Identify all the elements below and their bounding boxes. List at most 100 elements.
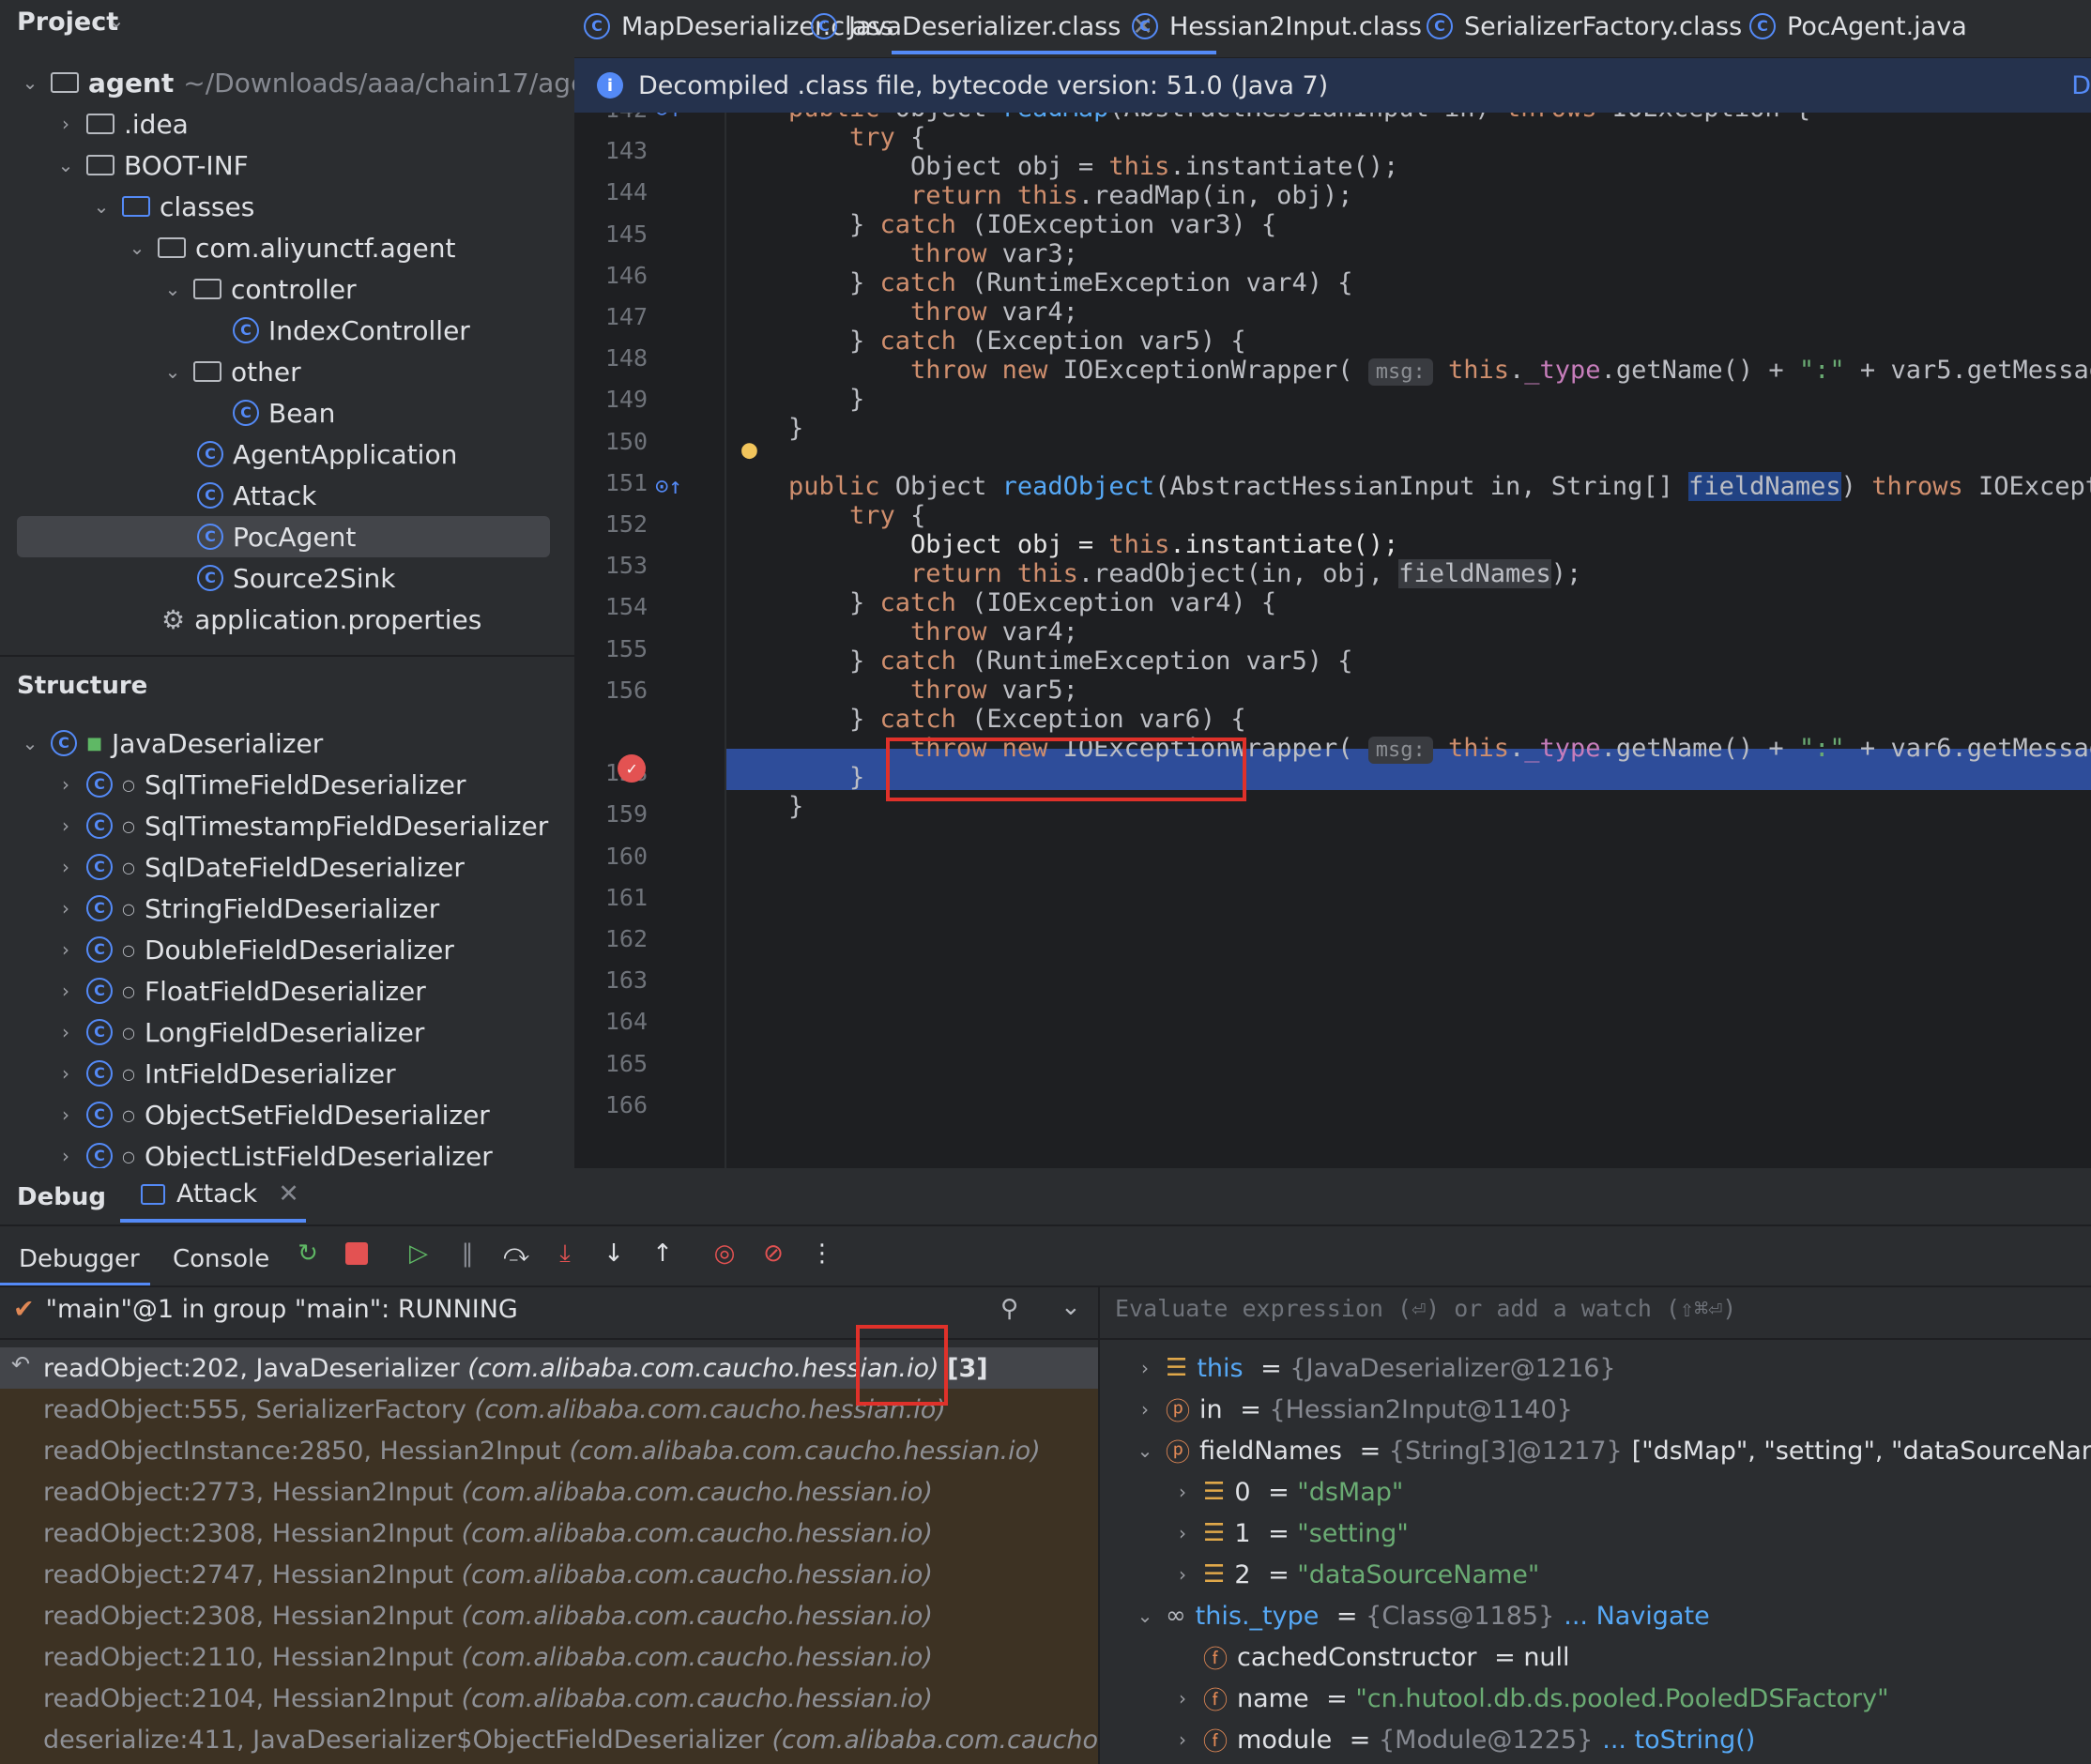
tree-item-bean[interactable]: C Bean (233, 392, 335, 433)
chevron-right-icon[interactable]: › (54, 938, 77, 961)
expand-icon[interactable]: › (1171, 1481, 1194, 1503)
code-editor[interactable]: 142 143 144 145 146 147 148 149 150 151 152 153 154 1… (574, 113, 2091, 1168)
line-number[interactable]: 148 (574, 344, 648, 372)
tab-serializerfactory[interactable]: C SerializerFactory.class (1427, 0, 1742, 53)
chevron-down-icon[interactable]: ⌄ (90, 195, 113, 218)
tree-item-agent[interactable]: ⌄ agent ~/Downloads/aaa/chain17/agent (19, 62, 614, 103)
tab-debugger[interactable]: Debugger (19, 1245, 140, 1273)
line-number[interactable]: 163 (574, 966, 648, 994)
structure-root[interactable]: ⌄ C ■ JavaDeserializer (19, 722, 324, 764)
chevron-down-icon[interactable]: ⌄ (105, 9, 128, 32)
lightbulb-icon[interactable]: ● (741, 433, 757, 464)
line-number[interactable]: 142 (574, 113, 648, 123)
resume-icon[interactable]: ▷ (402, 1237, 435, 1270)
override-icon[interactable]: ⊙↑ (655, 473, 682, 499)
variable-extra[interactable]: ... toString() (1602, 1726, 1755, 1755)
stack-frame[interactable]: readObject:2308, Hessian2Input (com.alib… (0, 1513, 1098, 1554)
step-over-icon[interactable]: ⤼ (499, 1237, 533, 1270)
tab-hessian2input[interactable]: C Hessian2Input.class (1132, 0, 1422, 53)
chevron-right-icon[interactable]: › (54, 1062, 77, 1085)
line-number[interactable]: 153 (574, 552, 648, 579)
expand-icon[interactable]: ⌄ (1134, 1604, 1156, 1627)
variable-extra[interactable]: ... Navigate (1564, 1602, 1709, 1631)
chevron-right-icon[interactable]: › (54, 897, 77, 920)
structure-item[interactable]: › C ○ ObjectSetFieldDeserializer (54, 1094, 490, 1135)
pause-icon[interactable]: ‖ (450, 1237, 484, 1270)
tree-item-boot-inf[interactable]: ⌄ BOOT-INF (54, 144, 249, 186)
tree-item-controller[interactable]: ⌄ controller (161, 268, 357, 310)
line-number[interactable]: 152 (574, 510, 648, 538)
chevron-down-icon[interactable]: ⌄ (161, 360, 184, 383)
line-number[interactable]: 149 (574, 386, 648, 413)
line-number[interactable]: 156 (574, 677, 648, 704)
debug-session-tab[interactable]: Attack ✕ (141, 1179, 299, 1209)
line-number[interactable]: 160 (574, 843, 648, 870)
expand-icon[interactable]: › (1171, 1563, 1194, 1586)
stack-frame[interactable]: readObject:2747, Hessian2Input (com.alib… (0, 1554, 1098, 1595)
variable-row[interactable]: › ☰ 1 = "setting" (1171, 1513, 1409, 1554)
chevron-right-icon[interactable]: › (54, 980, 77, 1002)
line-number[interactable]: 155 (574, 635, 648, 662)
chevron-down-icon[interactable]: ⌄ (1061, 1293, 1081, 1321)
structure-item[interactable]: › C ○ DoubleFieldDeserializer (54, 929, 454, 970)
line-number[interactable]: 145 (574, 220, 648, 248)
chevron-down-icon[interactable]: ⌄ (126, 236, 148, 259)
filter-icon[interactable]: ⚲ (1000, 1295, 1018, 1323)
chevron-down-icon[interactable]: ⌄ (19, 71, 41, 94)
line-number[interactable]: 165 (574, 1050, 648, 1077)
stack-frame[interactable]: deserialize:411, JavaDeserializer$Object… (0, 1719, 1098, 1760)
expand-icon[interactable]: › (1171, 1522, 1194, 1544)
chevron-right-icon[interactable]: › (54, 113, 77, 135)
rerun-icon[interactable]: ↻ (291, 1237, 325, 1270)
expand-icon[interactable]: ⌄ (1134, 1439, 1156, 1462)
tree-item-application-properties[interactable]: ⚙ application.properties (161, 599, 481, 640)
tree-item-other[interactable]: ⌄ other (161, 351, 301, 392)
stack-frame[interactable]: readObjectInstance:2850, Hessian2Input (… (0, 1430, 1098, 1471)
tree-item-agentapplication[interactable]: C AgentApplication (197, 433, 457, 475)
structure-item[interactable]: › C ○ LongFieldDeserializer (54, 1011, 424, 1053)
thread-selector[interactable]: ✔ "main"@1 in group "main": RUNNING (13, 1295, 518, 1324)
variable-row[interactable]: ⓕ cachedConstructor = null (1171, 1636, 1570, 1678)
chevron-right-icon[interactable]: › (54, 1103, 77, 1126)
line-number[interactable]: 151 (574, 469, 648, 496)
step-out-icon[interactable]: ↑ (646, 1237, 679, 1270)
force-step-into-icon[interactable]: ⤓ (548, 1237, 582, 1270)
tree-item-package[interactable]: ⌄ com.aliyunctf.agent (126, 227, 456, 268)
stack-frame[interactable]: readObject:2308, Hessian2Input (com.alib… (0, 1595, 1098, 1636)
variable-row[interactable]: › ☰ this = {JavaDeserializer@1216} (1134, 1347, 1616, 1389)
tree-item-indexcontroller[interactable]: C IndexController (233, 310, 470, 351)
structure-item[interactable]: › C ○ SqlTimeFieldDeserializer (54, 764, 466, 805)
chevron-right-icon[interactable]: › (54, 1021, 77, 1043)
variable-row[interactable]: › ⓕ name = "cn.hutool.db.ds.pooled.PooledD… (1171, 1678, 1889, 1719)
structure-item[interactable]: › C ○ StringFieldDeserializer (54, 888, 439, 929)
variable-row[interactable]: ⌄ ∞ this._type = {Class@1185} ... Navigate (1134, 1595, 1710, 1636)
chevron-right-icon[interactable]: › (54, 773, 77, 796)
line-number[interactable]: 166 (574, 1091, 648, 1118)
chevron-right-icon[interactable]: › (54, 814, 77, 837)
variable-row[interactable]: › ☰ 2 = "dataSourceName" (1171, 1554, 1539, 1595)
chevron-right-icon[interactable]: › (54, 1145, 77, 1167)
mute-breakpoints-icon[interactable]: ⊘ (756, 1237, 790, 1270)
step-into-icon[interactable]: ↓ (597, 1237, 631, 1270)
line-number[interactable]: 147 (574, 303, 648, 330)
line-number[interactable]: 164 (574, 1008, 648, 1035)
stack-frame[interactable]: readObject:2773, Hessian2Input (com.alib… (0, 1471, 1098, 1513)
expand-icon[interactable]: › (1134, 1398, 1156, 1421)
stack-frame[interactable]: readObject:2104, Hessian2Input (com.alib… (0, 1678, 1098, 1719)
tree-item-pocagent[interactable]: C PocAgent (197, 516, 356, 557)
line-number[interactable]: 150 (574, 428, 648, 455)
chevron-down-icon[interactable]: ⌄ (19, 732, 41, 754)
line-number[interactable]: 159 (574, 800, 648, 828)
tree-item-attack[interactable]: C Attack (197, 475, 316, 516)
expand-icon[interactable]: › (1171, 1728, 1194, 1751)
tab-pocagent[interactable]: C PocAgent.java (1749, 0, 1967, 53)
close-icon[interactable]: ✕ (278, 1179, 299, 1209)
line-number[interactable]: 143 (574, 137, 648, 164)
variable-row[interactable]: › ☰ 0 = "dsMap" (1171, 1471, 1403, 1513)
structure-item[interactable]: › C ○ SqlTimestampFieldDeserializer (54, 805, 548, 846)
tree-item-classes[interactable]: ⌄ classes (90, 186, 255, 227)
line-number[interactable]: 154 (574, 593, 648, 620)
variable-row[interactable]: › ⓕ module = {Module@1225} ... toString() (1171, 1719, 1755, 1760)
project-title[interactable]: Project (17, 8, 118, 37)
banner-action-link[interactable]: D (2071, 71, 2091, 100)
